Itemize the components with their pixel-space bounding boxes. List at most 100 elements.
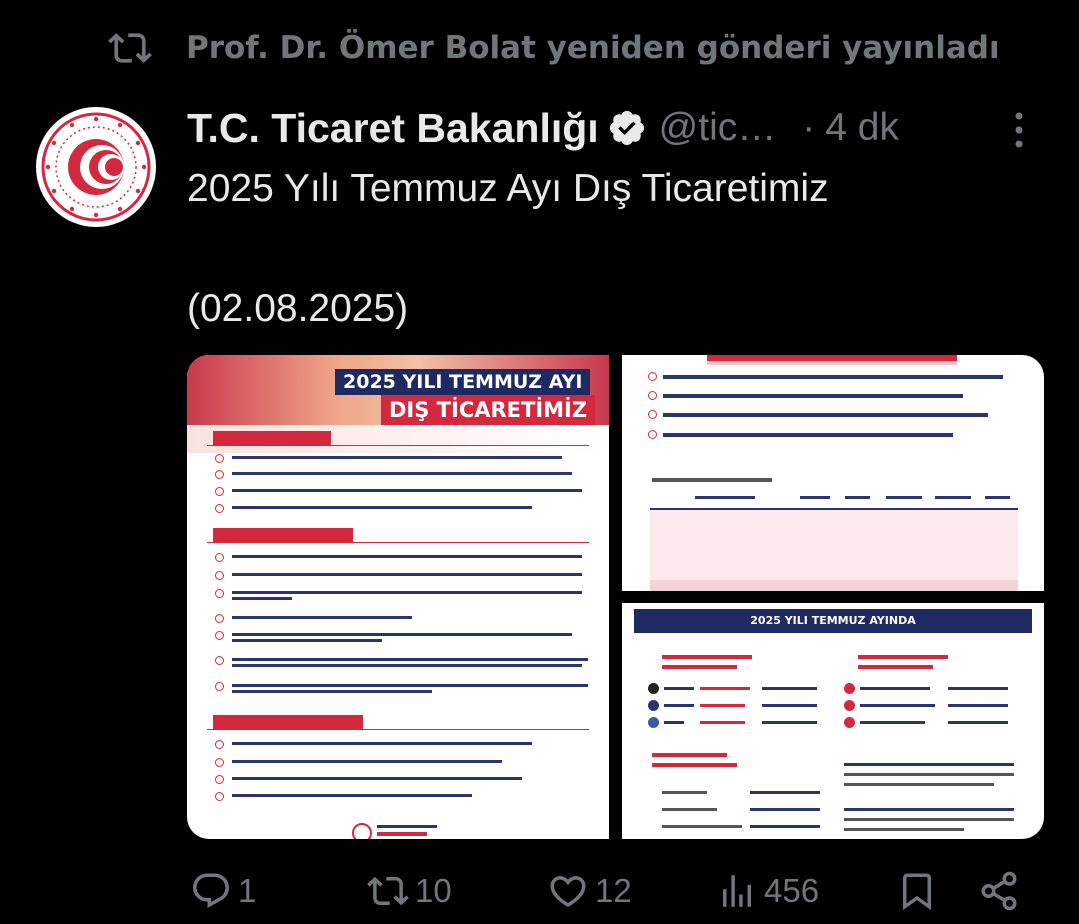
heart-icon	[550, 876, 586, 908]
ministry-logo-small	[352, 823, 372, 839]
text-line	[844, 818, 1014, 821]
table-header-cell	[800, 496, 830, 499]
value-label	[762, 721, 817, 724]
table-total-row	[650, 580, 1018, 591]
tweet-action-bar: 1 10 12 456	[0, 860, 1079, 924]
text-line	[844, 773, 1014, 776]
media-image-2[interactable]	[622, 355, 1044, 591]
infographic-header-fade	[707, 361, 957, 365]
sector-label	[860, 687, 930, 690]
bookmark-icon[interactable]	[896, 870, 938, 912]
more-options-icon[interactable]	[1004, 110, 1034, 150]
author-name[interactable]: T.C. Ticaret Bakanlığı	[187, 105, 599, 152]
section-heading	[652, 753, 727, 757]
value-label	[948, 704, 1008, 707]
tweet-text-line-2: (02.08.2025)	[187, 287, 409, 330]
reply-icon	[193, 873, 229, 908]
infographic-band-title: 2025 YILI TEMMUZ AYINDA	[634, 609, 1032, 633]
infographic-row	[215, 655, 601, 667]
share-icon[interactable]	[978, 870, 1020, 912]
infographic-row	[215, 469, 601, 479]
table-header-cell	[695, 496, 755, 499]
like-button[interactable]: 12	[547, 870, 632, 912]
text-line	[844, 783, 994, 786]
infographic-row	[215, 791, 601, 801]
sector-icon	[844, 717, 855, 728]
repost-count: 10	[415, 872, 452, 909]
product-label	[662, 791, 707, 794]
repost-icon	[108, 33, 152, 63]
reply-button[interactable]: 1	[190, 870, 256, 912]
value-label	[762, 687, 817, 690]
value-label	[750, 791, 820, 794]
infographic-row	[648, 430, 953, 439]
value-bar	[700, 721, 745, 724]
views-icon	[723, 875, 751, 907]
like-count: 12	[595, 872, 632, 909]
media-image-1[interactable]: 2025 YILI TEMMUZ AYI DIŞ TİCARETİMİZ	[187, 355, 609, 839]
flag-icon	[648, 700, 659, 711]
repost-button[interactable]: 10	[367, 870, 452, 912]
verified-badge-icon[interactable]	[607, 108, 647, 148]
ministry-logo-text	[377, 825, 437, 828]
country-label	[664, 704, 694, 707]
infographic-row	[215, 630, 601, 642]
tweet-header: T.C. Ticaret Bakanlığı @tic… · 4 dk	[187, 102, 899, 154]
infographic-row	[215, 570, 601, 580]
section-heading	[662, 665, 737, 669]
views-button[interactable]: 456	[716, 870, 819, 912]
section-heading	[858, 655, 948, 659]
value-label	[762, 704, 817, 707]
infographic-row	[648, 391, 963, 400]
author-handle[interactable]: @tic…	[659, 106, 777, 150]
country-label	[664, 721, 684, 724]
ministry-logo-text	[377, 832, 427, 836]
infographic-title-line-1: 2025 YILI TEMMUZ AYI	[335, 369, 591, 395]
text-line	[844, 808, 1014, 811]
section-badge	[213, 431, 331, 445]
section-badge	[213, 528, 353, 542]
repost-icon	[367, 876, 409, 906]
repost-indicator[interactable]: Prof. Dr. Ömer Bolat yeniden gönderi yay…	[108, 24, 1000, 72]
text-line	[844, 763, 1014, 766]
infographic-row	[215, 453, 601, 463]
separator-dot: ·	[802, 106, 816, 149]
value-label	[948, 687, 1008, 690]
table-header-cell	[935, 496, 971, 499]
author-avatar[interactable]	[36, 107, 156, 227]
table-group-temmuz	[650, 510, 1018, 542]
section-heading	[858, 665, 933, 669]
section-heading	[652, 763, 737, 767]
country-label	[664, 687, 694, 690]
flag-icon	[648, 717, 659, 728]
infographic-row	[215, 757, 601, 767]
infographic-row	[215, 503, 601, 513]
section-divider	[207, 729, 589, 730]
trade-statistics-table	[650, 488, 1018, 591]
value-bar	[700, 687, 750, 690]
table-header-cell	[985, 496, 1010, 499]
table-group-ocak-temmuz	[650, 542, 1018, 580]
ministry-seal-logo	[40, 111, 152, 223]
table-header-cell	[886, 496, 922, 499]
value-label	[750, 825, 820, 828]
reply-count: 1	[238, 872, 257, 909]
value-bar	[700, 704, 745, 707]
text-line	[844, 828, 964, 831]
media-image-3[interactable]: 2025 YILI TEMMUZ AYINDA	[622, 603, 1044, 839]
sector-label	[860, 721, 925, 724]
infographic-row	[215, 774, 601, 784]
product-label	[662, 825, 742, 828]
table-header	[650, 488, 1018, 510]
sector-icon	[844, 683, 855, 694]
infographic-row	[215, 552, 601, 562]
infographic-row	[215, 739, 601, 749]
infographic-row	[215, 588, 601, 600]
value-label	[948, 721, 1008, 724]
infographic-title-line-2: DIŞ TİCARETİMİZ	[381, 395, 596, 425]
table-caption	[652, 478, 772, 482]
table-header-cell	[845, 496, 870, 499]
repost-label: Prof. Dr. Ömer Bolat yeniden gönderi yay…	[186, 30, 1000, 66]
infographic-row	[215, 613, 601, 623]
timestamp[interactable]: 4 dk	[825, 106, 899, 150]
